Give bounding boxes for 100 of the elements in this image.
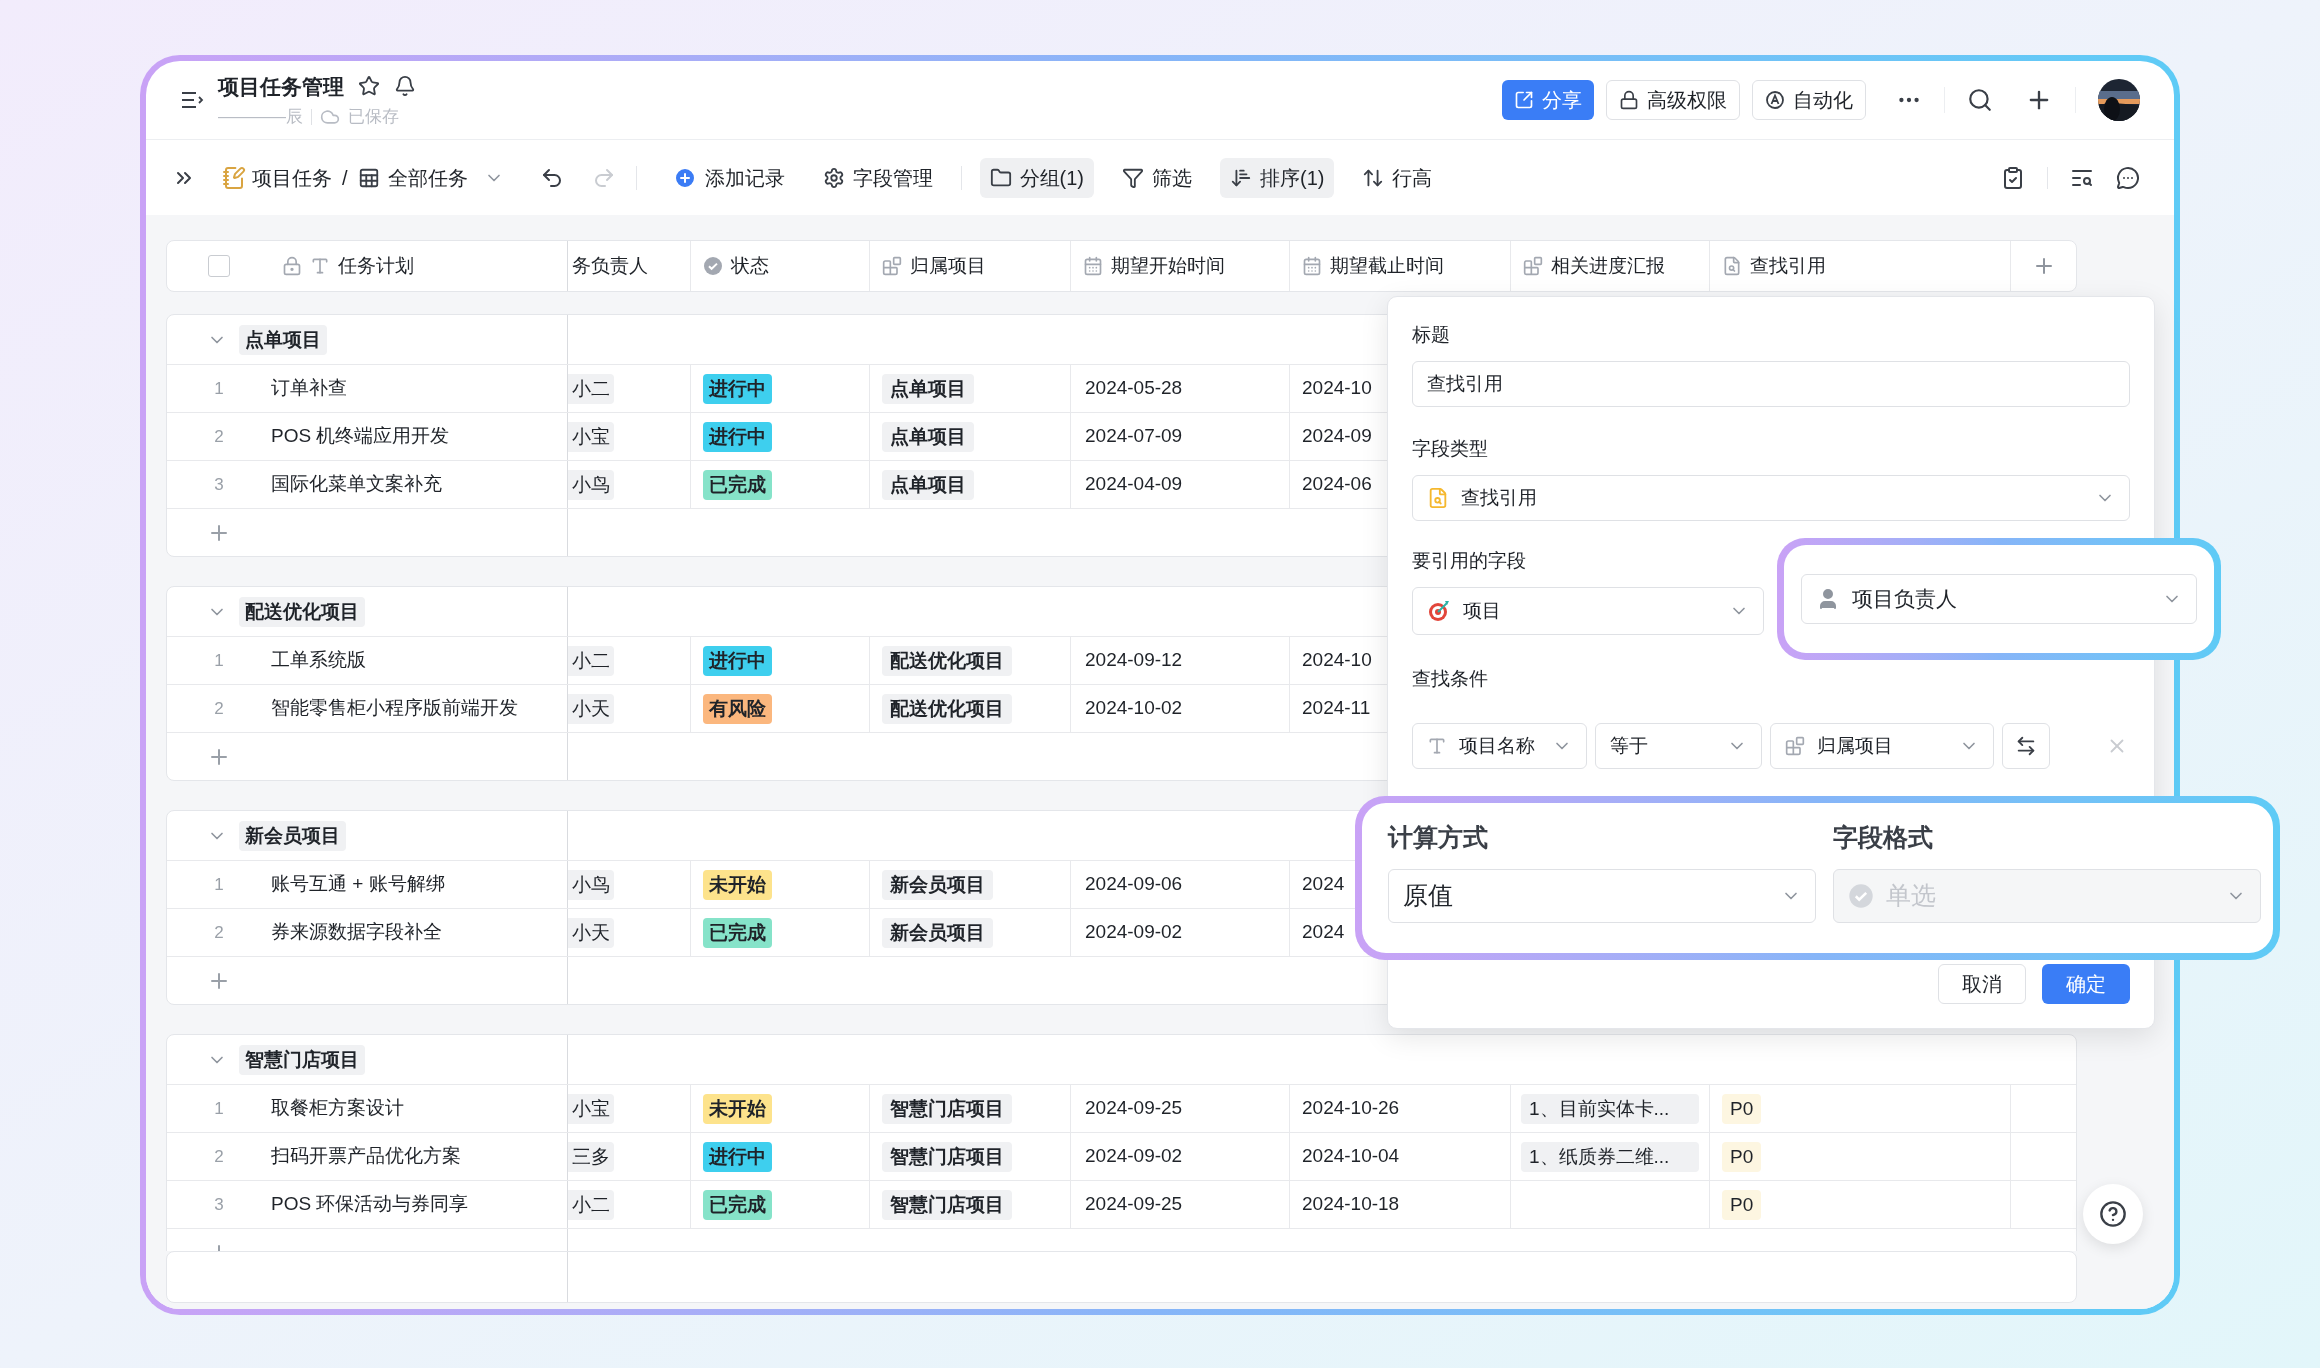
column-header[interactable]: 期望开始时间 xyxy=(1111,251,1225,281)
task-name: POS 机终端应用开发 xyxy=(271,424,450,449)
date-text: 2024-09-25 xyxy=(1085,1096,1183,1121)
star-icon[interactable] xyxy=(358,75,380,98)
notebook-icon xyxy=(222,165,246,190)
date-text: 2024-09-02 xyxy=(1085,920,1183,945)
status-tag: 有风险 xyxy=(703,693,772,724)
text-type-icon xyxy=(1427,736,1447,756)
person-tag: 小宝 xyxy=(568,1093,614,1124)
row-number: 2 xyxy=(213,697,225,720)
row-number: 3 xyxy=(213,473,225,496)
table-icon xyxy=(357,166,380,189)
toolbar-button[interactable]: 分组(1) xyxy=(979,157,1094,198)
help-icon xyxy=(2099,1200,2127,1228)
share-button[interactable]: 分享 xyxy=(1502,80,1594,120)
settings-icon xyxy=(822,166,845,189)
date-text: 2024-04-09 xyxy=(1085,472,1183,497)
date-text: 2024-10-04 xyxy=(1302,1144,1400,1169)
priority-tag: P0 xyxy=(1722,1141,1762,1172)
person-tag: 小二 xyxy=(568,373,614,404)
date-text: 2024-06 xyxy=(1302,472,1372,497)
column-header[interactable]: 查找引用 xyxy=(1750,251,1826,281)
select-field[interactable]: 项目负责人 xyxy=(1801,574,2197,624)
swap-button[interactable] xyxy=(2002,723,2050,769)
toolbar-button[interactable]: 排序(1) xyxy=(1220,157,1335,198)
field-label: 标题 xyxy=(1412,323,1451,347)
person-tag: 小鸟 xyxy=(568,869,614,900)
project-tag: 配送优化项目 xyxy=(882,693,1012,724)
row-number: 1 xyxy=(213,873,225,896)
text-type-icon xyxy=(310,256,330,276)
bell-icon[interactable] xyxy=(394,75,416,98)
toolbar-button[interactable]: 筛选 xyxy=(1112,157,1202,198)
column-header[interactable]: 归属项目 xyxy=(910,251,986,281)
priority-tag: P0 xyxy=(1722,1189,1762,1220)
lookup-icon xyxy=(1722,256,1742,276)
toolbar-button[interactable]: 高级权限 xyxy=(1606,80,1740,120)
field-label: 字段格式 xyxy=(1833,822,1934,853)
project-tag: 智慧门店项目 xyxy=(882,1189,1012,1220)
toolbar-button[interactable]: 字段管理 xyxy=(812,157,943,198)
lookup-icon xyxy=(1427,487,1449,509)
task-name: 券来源数据字段补全 xyxy=(271,920,442,945)
column-header[interactable]: 状态 xyxy=(731,251,769,281)
confirm-button[interactable]: 确定 xyxy=(2042,964,2130,1004)
status-tag: 进行中 xyxy=(703,373,772,404)
date-text: 2024-07-09 xyxy=(1085,424,1183,449)
field-label: 字段类型 xyxy=(1412,437,1489,461)
column-header[interactable]: 相关进度汇报 xyxy=(1551,251,1665,281)
status-tag: 已完成 xyxy=(703,1189,772,1220)
task-name: 国际化菜单文案补充 xyxy=(271,472,442,497)
view-switcher[interactable]: 全部任务 xyxy=(357,162,504,193)
date-text: 2024-10-26 xyxy=(1302,1096,1400,1121)
comment-icon[interactable] xyxy=(2116,165,2140,190)
date-text: 2024-10-02 xyxy=(1085,696,1183,721)
select-field[interactable]: 等于 xyxy=(1595,723,1762,769)
status-tag: 进行中 xyxy=(703,645,772,676)
status-tag: 未开始 xyxy=(703,1093,772,1124)
column-header[interactable]: 期望截止时间 xyxy=(1330,251,1444,281)
select-field[interactable]: 原值 xyxy=(1388,869,1816,923)
project-tag: 新会员项目 xyxy=(882,917,993,948)
task-name: 智能零售柜小程序版前端开发 xyxy=(271,696,518,721)
row-number: 1 xyxy=(213,377,225,400)
target-icon xyxy=(1427,599,1451,623)
status-tag: 未开始 xyxy=(703,869,772,900)
status-tag: 已完成 xyxy=(703,917,772,948)
select-field[interactable]: 查找引用 xyxy=(1412,475,2130,521)
column-header[interactable]: 任务计划 xyxy=(338,251,414,281)
lock-icon xyxy=(282,256,302,276)
select-field[interactable]: 项目 xyxy=(1412,587,1764,635)
status-icon xyxy=(1848,883,1874,909)
person-tag: 小宝 xyxy=(568,421,614,452)
link-icon xyxy=(882,256,902,276)
toolbar-button[interactable]: 行高 xyxy=(1352,157,1443,198)
field-label: 要引用的字段 xyxy=(1412,549,1527,573)
toolbar-button[interactable]: 自动化 xyxy=(1752,80,1866,120)
search-icon[interactable] xyxy=(1967,87,1993,113)
breadcrumb-link[interactable]: 项目任务 xyxy=(252,162,332,193)
person-tag: 小天 xyxy=(568,693,614,724)
date-text: 2024-09 xyxy=(1302,424,1372,449)
project-tag: 点单项目 xyxy=(882,373,974,404)
select-all-checkbox[interactable] xyxy=(208,255,230,277)
date-text: 2024-09-02 xyxy=(1085,1144,1183,1169)
project-tag: 新会员项目 xyxy=(882,869,993,900)
person-tag: 小二 xyxy=(568,645,614,676)
project-tag: 配送优化项目 xyxy=(882,645,1012,676)
column-header[interactable]: 务负责人 xyxy=(572,251,648,281)
automation-icon xyxy=(1765,90,1785,110)
link-icon xyxy=(1523,256,1543,276)
cancel-button[interactable]: 取消 xyxy=(1938,964,2026,1004)
field-label: 查找条件 xyxy=(1412,667,1489,691)
date-text: 2024-09-12 xyxy=(1085,648,1183,673)
group-tag: 点单项目 xyxy=(239,324,327,355)
toolbar-button[interactable]: 添加记录 xyxy=(662,157,795,198)
menu-icon[interactable] xyxy=(180,90,206,110)
owner-name: ————辰 xyxy=(218,106,303,128)
date-text: 2024-09-25 xyxy=(1085,1192,1183,1217)
select-field[interactable]: 归属项目 xyxy=(1770,723,1994,769)
select-field[interactable]: 项目名称 xyxy=(1412,723,1587,769)
link-icon xyxy=(1785,736,1805,756)
clipboard-icon[interactable] xyxy=(2001,165,2025,190)
title-input[interactable]: 查找引用 xyxy=(1412,361,2130,407)
